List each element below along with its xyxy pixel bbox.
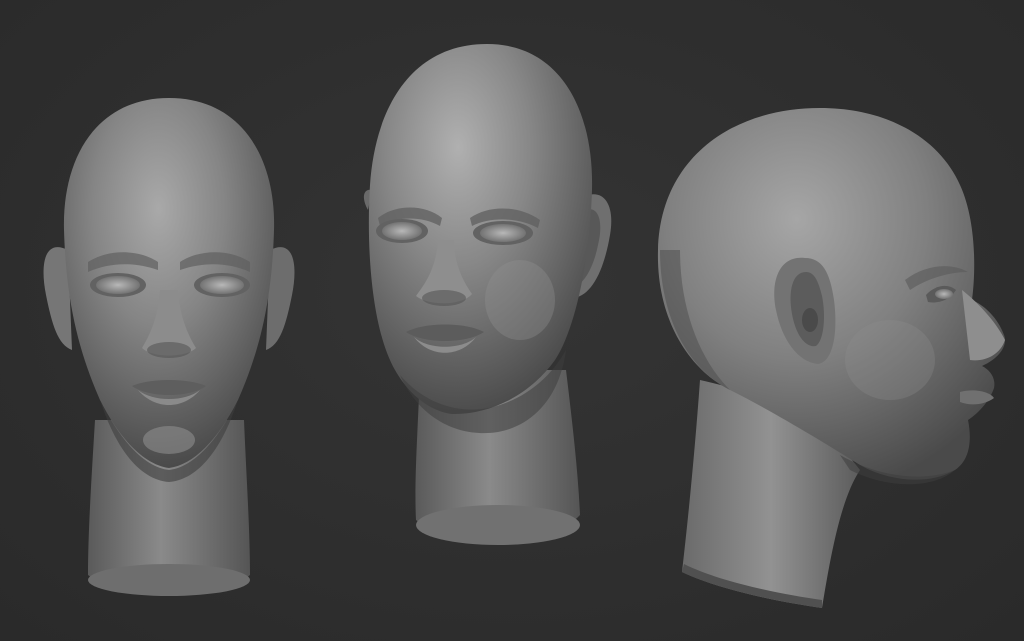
side-view-head — [657, 108, 1006, 608]
front-view-head — [43, 98, 295, 596]
render-viewport — [0, 0, 1024, 641]
three-quarter-view-head — [363, 44, 612, 545]
sculpt-render — [43, 44, 1006, 608]
